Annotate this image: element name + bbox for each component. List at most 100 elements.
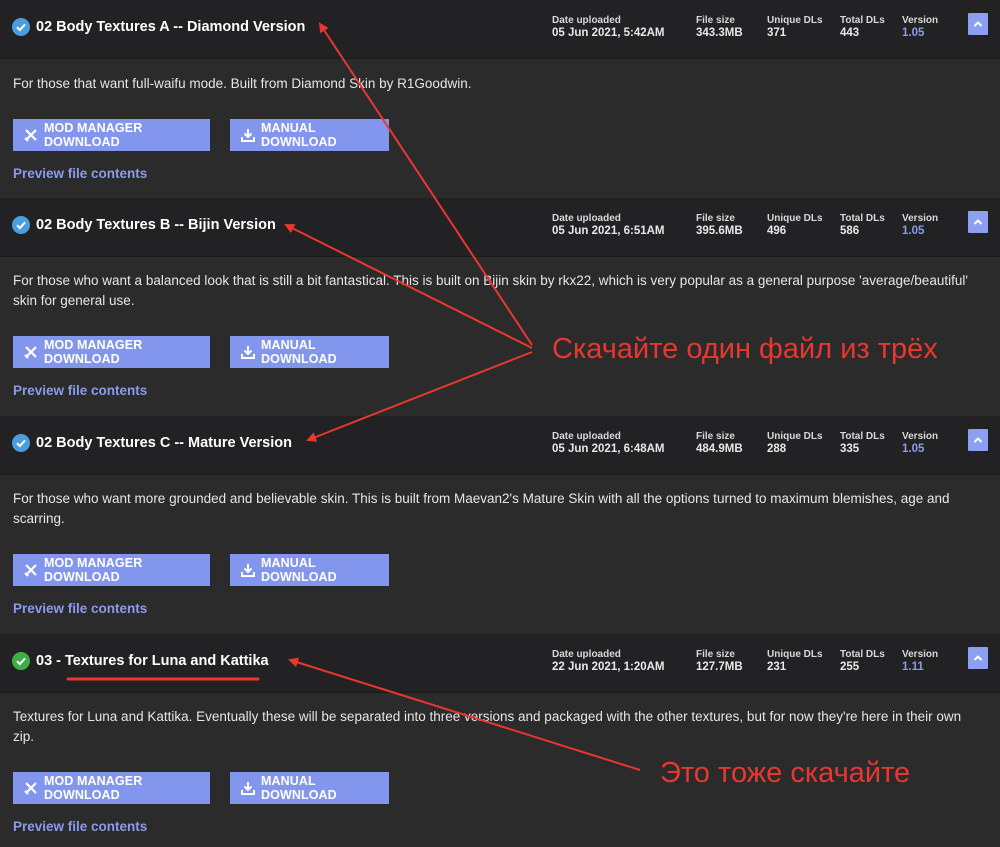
mod-manager-icon bbox=[23, 344, 39, 360]
collapse-button[interactable] bbox=[968, 429, 988, 451]
unique-label: Unique DLs bbox=[767, 213, 823, 224]
file-header[interactable]: 03 - Textures for Luna and Kattika Date … bbox=[0, 634, 1000, 693]
size-value: 484.9MB bbox=[696, 443, 743, 455]
version: Version 1.05 bbox=[902, 430, 938, 456]
total-dls: Total DLs 443 bbox=[840, 14, 885, 40]
file-entry: 03 - Textures for Luna and Kattika Date … bbox=[0, 634, 1000, 847]
version-label: Version bbox=[902, 15, 939, 26]
download-icon bbox=[240, 562, 256, 578]
date-label: Date uploaded bbox=[552, 431, 621, 442]
preview-file-contents-link[interactable]: Preview file contents bbox=[13, 166, 147, 181]
version-value: 1.05 bbox=[902, 443, 925, 455]
version: Version 1.05 bbox=[902, 14, 938, 40]
size-value: 343.3MB bbox=[696, 27, 743, 39]
date-uploaded: Date uploaded 05 Jun 2021, 6:48AM bbox=[552, 430, 665, 456]
download-icon bbox=[240, 344, 256, 360]
mod-manager-download-button[interactable]: MOD MANAGER DOWNLOAD bbox=[13, 119, 210, 151]
date-uploaded: Date uploaded 05 Jun 2021, 5:42AM bbox=[552, 14, 665, 40]
chevron-up-icon bbox=[973, 21, 983, 27]
file-description: For those who want a balanced look that … bbox=[13, 273, 968, 308]
size-label: File size bbox=[696, 649, 735, 660]
collapse-button[interactable] bbox=[968, 647, 988, 669]
file-body: For those who want more grounded and bel… bbox=[0, 475, 1000, 634]
collapse-button[interactable] bbox=[968, 13, 988, 35]
check-circle-icon bbox=[12, 652, 30, 670]
file-body: For those that want full-waifu mode. Bui… bbox=[0, 59, 1000, 198]
file-entry: 02 Body Textures B -- Bijin Version Date… bbox=[0, 198, 1000, 416]
date-uploaded: Date uploaded 05 Jun 2021, 6:51AM bbox=[552, 212, 665, 238]
file-header[interactable]: 02 Body Textures A -- Diamond Version Da… bbox=[0, 0, 1000, 59]
file-entry: 02 Body Textures A -- Diamond Version Da… bbox=[0, 0, 1000, 198]
mod-manager-download-button[interactable]: MOD MANAGER DOWNLOAD bbox=[13, 772, 210, 804]
unique-dls: Unique DLs 496 bbox=[767, 212, 823, 238]
collapse-button[interactable] bbox=[968, 211, 988, 233]
unique-dls: Unique DLs 371 bbox=[767, 14, 823, 40]
unique-label: Unique DLs bbox=[767, 15, 823, 26]
total-label: Total DLs bbox=[840, 431, 885, 442]
mod-manager-download-button[interactable]: MOD MANAGER DOWNLOAD bbox=[13, 336, 210, 368]
date-value: 22 Jun 2021, 1:20AM bbox=[552, 661, 665, 673]
manual-download-label: MANUAL DOWNLOAD bbox=[261, 121, 337, 149]
chevron-up-icon bbox=[973, 655, 983, 661]
manual-download-label: MANUAL DOWNLOAD bbox=[261, 774, 337, 802]
manual-download-button[interactable]: MANUAL DOWNLOAD bbox=[230, 119, 389, 151]
version-value: 1.05 bbox=[902, 27, 925, 39]
download-icon bbox=[240, 127, 256, 143]
total-label: Total DLs bbox=[840, 649, 885, 660]
unique-value: 371 bbox=[767, 27, 787, 39]
file-size: File size 343.3MB bbox=[696, 14, 743, 40]
chevron-up-icon bbox=[973, 219, 983, 225]
annotation-also-download: Это тоже скачайте bbox=[660, 757, 911, 789]
date-value: 05 Jun 2021, 6:48AM bbox=[552, 443, 665, 455]
preview-file-contents-link[interactable]: Preview file contents bbox=[13, 601, 147, 616]
version-value: 1.11 bbox=[902, 661, 924, 673]
unique-value: 288 bbox=[767, 443, 787, 455]
file-title-wrap: 02 Body Textures A -- Diamond Version bbox=[12, 18, 305, 36]
manual-download-button[interactable]: MANUAL DOWNLOAD bbox=[230, 554, 389, 586]
version: Version 1.05 bbox=[902, 212, 938, 238]
date-label: Date uploaded bbox=[552, 213, 621, 224]
date-label: Date uploaded bbox=[552, 15, 621, 26]
check-circle-icon bbox=[12, 434, 30, 452]
total-label: Total DLs bbox=[840, 213, 885, 224]
file-header[interactable]: 02 Body Textures B -- Bijin Version Date… bbox=[0, 198, 1000, 257]
file-title: 02 Body Textures A -- Diamond Version bbox=[36, 19, 306, 35]
version-label: Version bbox=[902, 431, 939, 442]
mod-manager-download-label: MOD MANAGER DOWNLOAD bbox=[44, 774, 143, 802]
size-label: File size bbox=[696, 15, 735, 26]
unique-label: Unique DLs bbox=[767, 649, 823, 660]
unique-dls: Unique DLs 231 bbox=[767, 648, 823, 674]
date-label: Date uploaded bbox=[552, 649, 621, 660]
file-title: 02 Body Textures B -- Bijin Version bbox=[36, 217, 276, 233]
file-description: For those that want full-waifu mode. Bui… bbox=[13, 76, 472, 91]
mod-manager-download-label: MOD MANAGER DOWNLOAD bbox=[44, 556, 143, 584]
file-size: File size 127.7MB bbox=[696, 648, 743, 674]
file-size: File size 395.6MB bbox=[696, 212, 743, 238]
preview-file-contents-link[interactable]: Preview file contents bbox=[13, 819, 147, 834]
manual-download-label: MANUAL DOWNLOAD bbox=[261, 338, 337, 366]
unique-value: 231 bbox=[767, 661, 787, 673]
mod-manager-download-button[interactable]: MOD MANAGER DOWNLOAD bbox=[13, 554, 210, 586]
unique-label: Unique DLs bbox=[767, 431, 823, 442]
manual-download-button[interactable]: MANUAL DOWNLOAD bbox=[230, 336, 389, 368]
file-description: Textures for Luna and Kattika. Eventuall… bbox=[13, 709, 962, 744]
total-value: 443 bbox=[840, 27, 860, 39]
size-value: 127.7MB bbox=[696, 661, 743, 673]
version-label: Version bbox=[902, 213, 939, 224]
total-label: Total DLs bbox=[840, 15, 885, 26]
file-title: 03 - Textures for Luna and Kattika bbox=[36, 653, 269, 669]
file-description: For those who want more grounded and bel… bbox=[13, 491, 950, 526]
mod-manager-download-label: MOD MANAGER DOWNLOAD bbox=[44, 338, 143, 366]
mod-manager-icon bbox=[23, 127, 39, 143]
file-entry: 02 Body Textures C -- Mature Version Dat… bbox=[0, 416, 1000, 634]
total-dls: Total DLs 335 bbox=[840, 430, 885, 456]
total-dls: Total DLs 255 bbox=[840, 648, 885, 674]
preview-file-contents-link[interactable]: Preview file contents bbox=[13, 383, 147, 398]
total-value: 255 bbox=[840, 661, 860, 673]
file-header[interactable]: 02 Body Textures C -- Mature Version Dat… bbox=[0, 416, 1000, 475]
file-title-wrap: 02 Body Textures C -- Mature Version bbox=[12, 434, 292, 452]
manual-download-button[interactable]: MANUAL DOWNLOAD bbox=[230, 772, 389, 804]
unique-value: 496 bbox=[767, 225, 787, 237]
check-circle-icon bbox=[12, 216, 30, 234]
annotation-pick-one: Скачайте один файл из трёх bbox=[552, 333, 938, 365]
